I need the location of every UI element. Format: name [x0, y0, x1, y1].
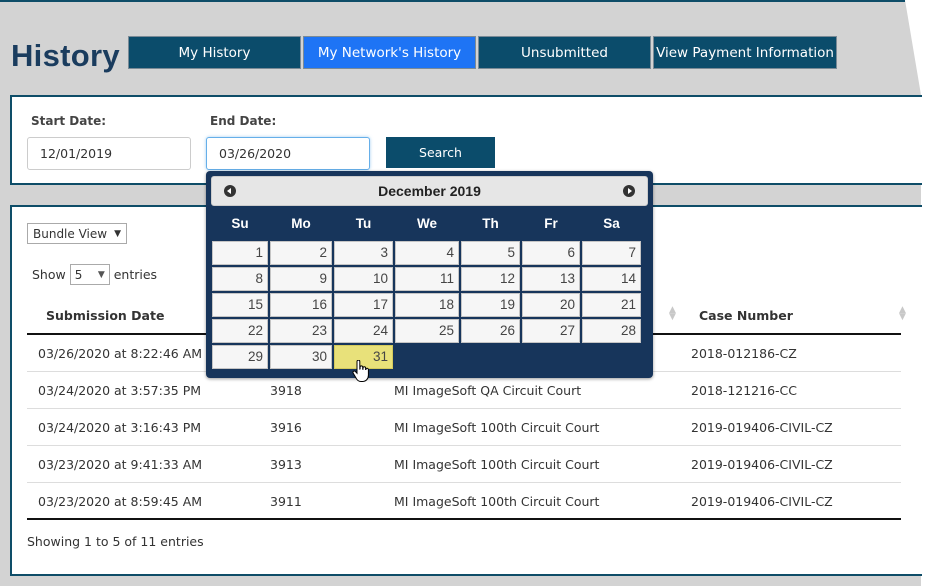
tab-my-networks-history[interactable]: My Network's History	[303, 36, 476, 69]
day-cell[interactable]: 7	[582, 241, 641, 265]
weekday-label: Th	[482, 215, 499, 231]
case-number-cell: 2018-012186-CZ	[691, 346, 797, 361]
day-cell[interactable]: 24	[334, 319, 393, 343]
datepicker: December 2019 Su Mo Tu We Th Fr Sa 1 2 3 4 5 6 7 8 9 10…	[206, 171, 653, 378]
page-title: History	[11, 38, 120, 73]
bundle-id-cell: 3916	[270, 420, 302, 435]
case-number-cell: 2019-019406-CIVIL-CZ	[691, 494, 833, 509]
day-cell[interactable]: 30	[270, 345, 332, 369]
day-cell[interactable]: 8	[212, 267, 268, 291]
weekday-label: Tu	[355, 215, 372, 231]
day-cell[interactable]: 15	[212, 293, 268, 317]
column-header-submission-date[interactable]: Submission Date	[46, 308, 164, 323]
day-cell[interactable]: 17	[334, 293, 393, 317]
day-cell[interactable]: 26	[461, 319, 520, 343]
show-label: Show	[32, 267, 66, 282]
day-cell[interactable]: 22	[212, 319, 268, 343]
day-cell[interactable]: 4	[395, 241, 459, 265]
entries-select[interactable]: 5 ▼	[69, 264, 110, 285]
table-row[interactable]: 03/23/2020 at 8:59:45 AM 3911 MI ImageSoft…	[27, 483, 901, 520]
sort-icon[interactable]: ▲ ▼	[899, 306, 906, 322]
submission-date-cell: 03/23/2020 at 8:59:45 AM	[38, 494, 203, 509]
day-cell[interactable]: 20	[522, 293, 580, 317]
tab-view-payment-information[interactable]: View Payment Information	[653, 36, 837, 69]
submission-date-cell: 03/26/2020 at 8:22:46 AM	[38, 346, 203, 361]
view-select[interactable]: Bundle View ▼	[27, 223, 127, 244]
day-cell[interactable]: 3	[334, 241, 393, 265]
day-cell[interactable]: 21	[582, 293, 641, 317]
bundle-id-cell: 3913	[270, 457, 302, 472]
submission-date-cell: 03/23/2020 at 9:41:33 AM	[38, 457, 203, 472]
day-cell[interactable]: 5	[461, 241, 520, 265]
dropdown-arrow-icon: ▼	[114, 228, 121, 239]
history-tabs: My History My Network's History Unsubmit…	[128, 36, 837, 69]
day-cell[interactable]: 13	[522, 267, 580, 291]
day-cell[interactable]: 9	[270, 267, 332, 291]
court-cell: MI ImageSoft 100th Circuit Court	[394, 494, 600, 509]
case-number-cell: 2018-121216-CC	[691, 383, 798, 398]
column-header-case-number[interactable]: Case Number	[699, 308, 793, 323]
weekday-label: Su	[231, 215, 249, 231]
court-cell: MI ImageSoft 100th Circuit Court	[394, 457, 600, 472]
day-cell[interactable]: 19	[461, 293, 520, 317]
bundle-id-cell: 3918	[270, 383, 302, 398]
show-entries: Show 5 ▼ entries	[32, 264, 157, 285]
search-button[interactable]: Search	[386, 137, 495, 168]
day-cell[interactable]: 11	[395, 267, 459, 291]
day-cell[interactable]: 12	[461, 267, 520, 291]
start-date-input[interactable]: 12/01/2019	[27, 137, 191, 170]
top-border	[0, 0, 905, 2]
bundle-id-cell: 3911	[270, 494, 302, 509]
dropdown-arrow-icon: ▼	[97, 269, 105, 280]
day-cell[interactable]: 1	[212, 241, 268, 265]
day-cell[interactable]: 25	[395, 319, 459, 343]
entries-label: entries	[113, 267, 158, 282]
entries-select-value: 5	[74, 267, 83, 282]
end-date-label: End Date:	[210, 114, 277, 128]
case-number-cell: 2019-019406-CIVIL-CZ	[691, 420, 833, 435]
day-cell[interactable]: 27	[522, 319, 580, 343]
datepicker-month-label: December 2019	[378, 183, 481, 199]
tab-unsubmitted[interactable]: Unsubmitted	[478, 36, 651, 69]
day-cell[interactable]: 18	[395, 293, 459, 317]
court-cell: MI ImageSoft QA Circuit Court	[394, 383, 582, 398]
next-month-icon[interactable]	[623, 185, 635, 197]
weekday-label: Fr	[544, 215, 558, 231]
datepicker-header: December 2019	[211, 176, 648, 206]
submission-date-cell: 03/24/2020 at 3:16:43 PM	[38, 420, 202, 435]
day-cell[interactable]: 23	[270, 319, 332, 343]
day-cell[interactable]: 16	[270, 293, 332, 317]
day-cell[interactable]: 14	[582, 267, 641, 291]
day-cell[interactable]: 29	[212, 345, 268, 369]
end-date-input[interactable]: 03/26/2020	[206, 137, 370, 170]
start-date-label: Start Date:	[31, 114, 107, 128]
prev-month-icon[interactable]	[224, 185, 236, 197]
day-cell[interactable]: 10	[334, 267, 393, 291]
weekday-label: Mo	[291, 215, 311, 231]
table-info: Showing 1 to 5 of 11 entries	[27, 534, 204, 549]
court-cell: MI ImageSoft 100th Circuit Court	[394, 420, 600, 435]
hand-pointer-cursor-icon	[352, 360, 369, 382]
view-select-value: Bundle View	[33, 226, 108, 241]
sort-icon[interactable]: ▲ ▼	[669, 306, 676, 322]
datepicker-days: 1 2 3 4 5 6 7 8 9 10 11 12 13 14 15 16 17 18 19 20 21 22 23 24 2…	[211, 240, 648, 370]
table-row[interactable]: 03/24/2020 at 3:16:43 PM 3916 MI ImageSoft…	[27, 409, 901, 446]
submission-date-cell: 03/24/2020 at 3:57:35 PM	[38, 383, 202, 398]
case-number-cell: 2019-019406-CIVIL-CZ	[691, 457, 833, 472]
weekday-label: Sa	[603, 215, 620, 231]
table-row[interactable]: 03/23/2020 at 9:41:33 AM 3913 MI ImageSoft…	[27, 446, 901, 483]
weekday-header: Su Mo Tu We Th Fr Sa	[211, 206, 648, 240]
weekday-label: We	[416, 215, 437, 231]
day-cell[interactable]: 28	[582, 319, 641, 343]
tab-my-history[interactable]: My History	[128, 36, 301, 69]
day-cell[interactable]: 2	[270, 241, 332, 265]
day-cell[interactable]: 6	[522, 241, 580, 265]
